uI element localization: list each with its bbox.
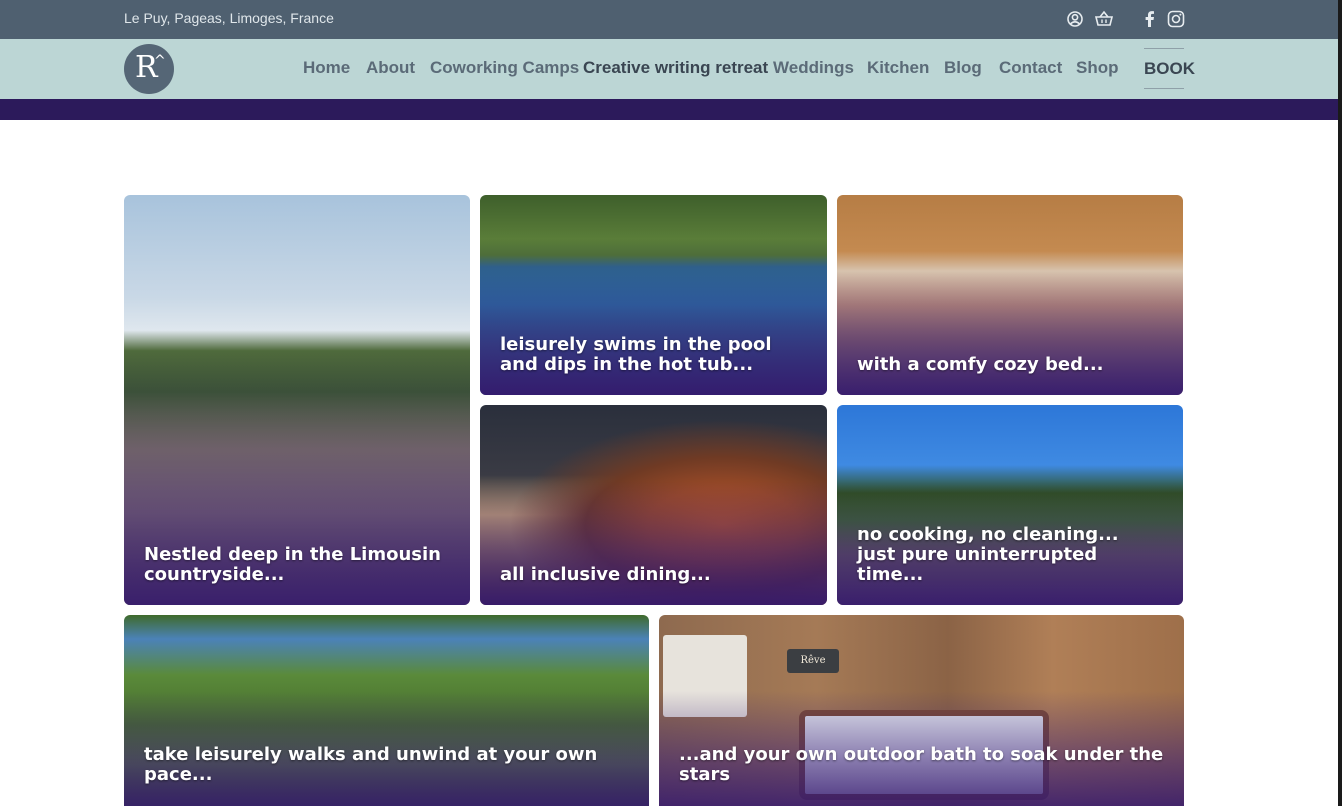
caption-overlay [837, 271, 1183, 395]
gallery-card-countryside[interactable]: Nestled deep in the Limousin countryside… [124, 195, 470, 605]
nav-item-home[interactable]: Home [303, 58, 350, 78]
header-band [0, 99, 1338, 120]
gallery-card-camp[interactable]: no cooking, no cleaning... just pure uni… [837, 405, 1183, 605]
nav-item-shop[interactable]: Shop [1076, 58, 1119, 78]
logo-mark: ^ [154, 53, 166, 69]
basket-icon[interactable] [1094, 9, 1114, 29]
instagram-icon[interactable] [1166, 9, 1186, 29]
gallery-card-pool[interactable]: leisurely swims in the pool and dips in … [480, 195, 827, 395]
caption-overlay [480, 271, 827, 395]
nav-item-kitchen[interactable]: Kitchen [867, 58, 929, 78]
card-caption: leisurely swims in the pool and dips in … [500, 334, 772, 375]
gallery-card-outdoor-bath[interactable]: Rêve ...and your own outdoor bath to soa… [659, 615, 1184, 806]
card-caption: all inclusive dining... [500, 564, 711, 585]
nav-item-about[interactable]: About [366, 58, 415, 78]
card-caption: ...and your own outdoor bath to soak und… [679, 744, 1164, 785]
nav-item-coworking-camps[interactable]: Coworking Camps [430, 58, 579, 78]
card-caption: no cooking, no cleaning... just pure uni… [857, 524, 1119, 585]
top-bar: Le Puy, Pageas, Limoges, France [0, 0, 1338, 39]
book-button[interactable]: BOOK [1144, 48, 1195, 89]
gallery-card-bed[interactable]: with a comfy cozy bed... [837, 195, 1183, 395]
nav-item-contact[interactable]: Contact [999, 58, 1062, 78]
nav-item-creative-writing-retreat[interactable]: Creative writing retreat [583, 58, 768, 78]
card-caption: Nestled deep in the Limousin countryside… [144, 544, 441, 585]
window-edge [1338, 0, 1342, 806]
nav-item-weddings[interactable]: Weddings [773, 58, 854, 78]
gallery-card-walks[interactable]: take leisurely walks and unwind at your … [124, 615, 649, 806]
card-caption: with a comfy cozy bed... [857, 354, 1104, 375]
facebook-icon[interactable] [1140, 9, 1160, 29]
hanging-sign: Rêve [787, 649, 839, 673]
gallery-card-dining[interactable]: all inclusive dining... [480, 405, 827, 605]
caption-overlay [480, 481, 827, 605]
main-navigation: R ^ Home About Coworking Camps Creative … [0, 39, 1338, 99]
user-icon[interactable] [1065, 9, 1085, 29]
site-logo[interactable]: R ^ [124, 44, 174, 94]
card-caption: take leisurely walks and unwind at your … [144, 744, 598, 785]
nav-item-blog[interactable]: Blog [944, 58, 982, 78]
location-text: Le Puy, Pageas, Limoges, France [124, 10, 334, 26]
